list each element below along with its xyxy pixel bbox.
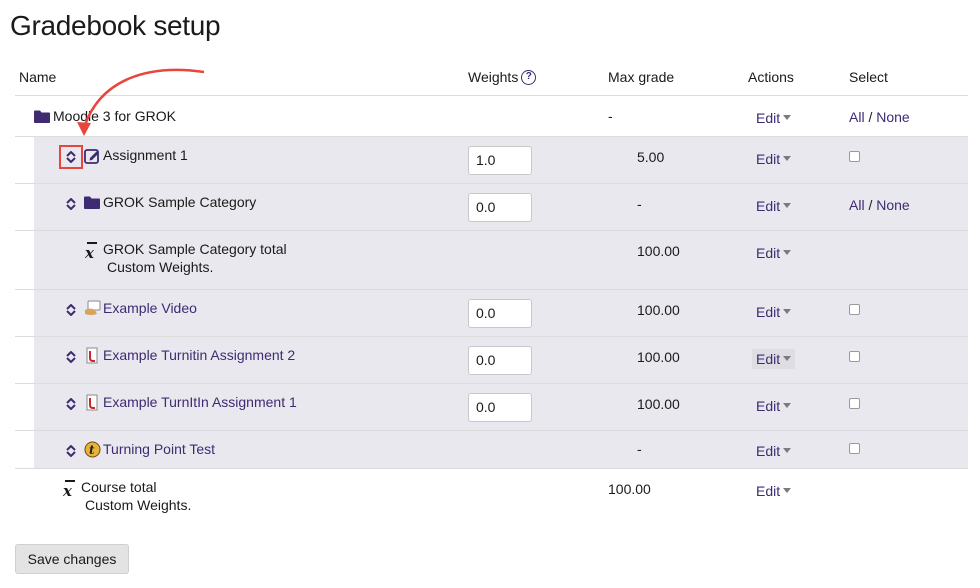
max-grade-value: - [637,440,642,457]
caret-down-icon [783,115,792,120]
grade-item-name: Assignment 1 [103,146,188,163]
grade-item-link[interactable]: Example TurnItIn Assignment 1 [103,394,297,410]
max-grade-value: 5.00 [637,148,665,165]
caret-down-icon [783,309,792,314]
caret-down-icon [783,356,792,361]
header-select: Select [849,60,968,96]
header-name: Name [15,60,468,96]
caret-down-icon [783,156,792,161]
edit-menu-button[interactable]: Edit [752,149,795,169]
edit-menu-button[interactable]: Edit [752,302,795,322]
select-checkbox[interactable] [849,442,860,454]
sigma-total-icon: x [83,241,101,259]
grade-item-row: Assignment 1 5.00 Edit [15,136,968,184]
header-max-grade: Max grade [608,60,748,96]
move-icon[interactable] [59,144,83,169]
caret-down-icon [783,488,792,493]
sigma-total-icon: x [61,479,79,497]
category-total-row: x GROK Sample Category total Custom Weig… [15,230,968,290]
custom-weights-note: Custom Weights. [85,496,192,513]
header-weights-cell: Weights ? [468,60,608,96]
weight-input[interactable] [468,298,532,328]
grade-item-link[interactable]: Turning Point Test [103,441,215,457]
weight-input[interactable] [468,392,532,422]
select-checkbox[interactable] [849,303,860,315]
category-name: GROK Sample Category [103,193,257,210]
save-changes-button[interactable]: Save changes [15,544,129,574]
help-icon[interactable]: ? [521,69,537,85]
select-all-link[interactable]: All [849,197,865,213]
max-grade-value: 100.00 [637,242,680,259]
move-icon[interactable] [63,349,79,365]
select-checkbox[interactable] [849,150,860,162]
select-checkbox[interactable] [849,350,860,362]
grade-item-row: Example TurnItIn Assignment 1 100.00 Edi… [15,383,968,431]
custom-weights-note: Custom Weights. [107,258,214,275]
edit-menu-button[interactable]: Edit [752,481,795,501]
weight-input[interactable] [468,345,532,375]
turnitin-icon [83,347,101,365]
folder-icon [83,194,101,212]
edit-menu-button[interactable]: Edit [752,348,796,369]
course-category-name: Moodle 3 for GROK [53,107,176,124]
svg-text:x: x [62,482,73,497]
select-checkbox[interactable] [849,397,860,409]
category-total-name: GROK Sample Category total [103,240,287,257]
grade-item-link[interactable]: Example Turnitin Assignment 2 [103,347,295,363]
gradebook-table: Name Weights ? Max grade Actions Select … [15,60,968,524]
max-grade-value: 100.00 [637,301,680,318]
assignment-icon [83,147,101,165]
max-grade-value: 100.00 [608,480,651,497]
move-icon[interactable] [63,443,79,459]
edit-menu-button[interactable]: Edit [752,243,795,263]
caret-down-icon [783,203,792,208]
select-none-link[interactable]: None [876,197,909,213]
page-title: Gradebook setup [10,10,221,41]
edit-menu-button[interactable]: Edit [752,396,795,416]
edit-menu-button[interactable]: Edit [752,196,795,216]
grade-item-row: t Turning Point Test - Edit [15,430,968,469]
folder-icon [33,108,51,126]
course-total-name: Course total [81,478,157,495]
move-icon[interactable] [63,302,79,318]
grade-item-row: Example Turnitin Assignment 2 100.00 Edi… [15,336,968,384]
select-none-link[interactable]: None [876,109,909,125]
turning-point-icon: t [83,441,101,459]
grade-item-row: Example Video 100.00 Edit [15,289,968,337]
move-icon[interactable] [63,396,79,412]
video-icon [83,300,101,318]
edit-menu-button[interactable]: Edit [752,441,795,461]
select-all-link[interactable]: All [849,109,865,125]
turnitin-icon [83,394,101,412]
weight-input[interactable] [468,192,532,222]
svg-text:x: x [84,244,95,259]
max-grade-value: 100.00 [637,395,680,412]
max-grade-value: - [608,107,613,124]
header-row: Name Weights ? Max grade Actions Select [15,60,968,96]
course-category-row: Moodle 3 for GROK - Edit All / None [15,95,968,137]
edit-menu-button[interactable]: Edit [752,108,795,128]
max-grade-value: - [637,195,642,212]
course-total-row: x Course total Custom Weights. 100.00 Ed… [15,468,968,524]
caret-down-icon [783,250,792,255]
caret-down-icon [783,403,792,408]
weight-input[interactable] [468,145,532,175]
caret-down-icon [783,448,792,453]
category-row: GROK Sample Category - Edit All / None [15,183,968,231]
svg-text:t: t [89,443,95,457]
grade-item-link[interactable]: Example Video [103,300,197,316]
max-grade-value: 100.00 [637,348,680,365]
header-weights: Weights [468,69,519,86]
move-icon[interactable] [63,196,79,212]
header-actions: Actions [748,60,849,96]
